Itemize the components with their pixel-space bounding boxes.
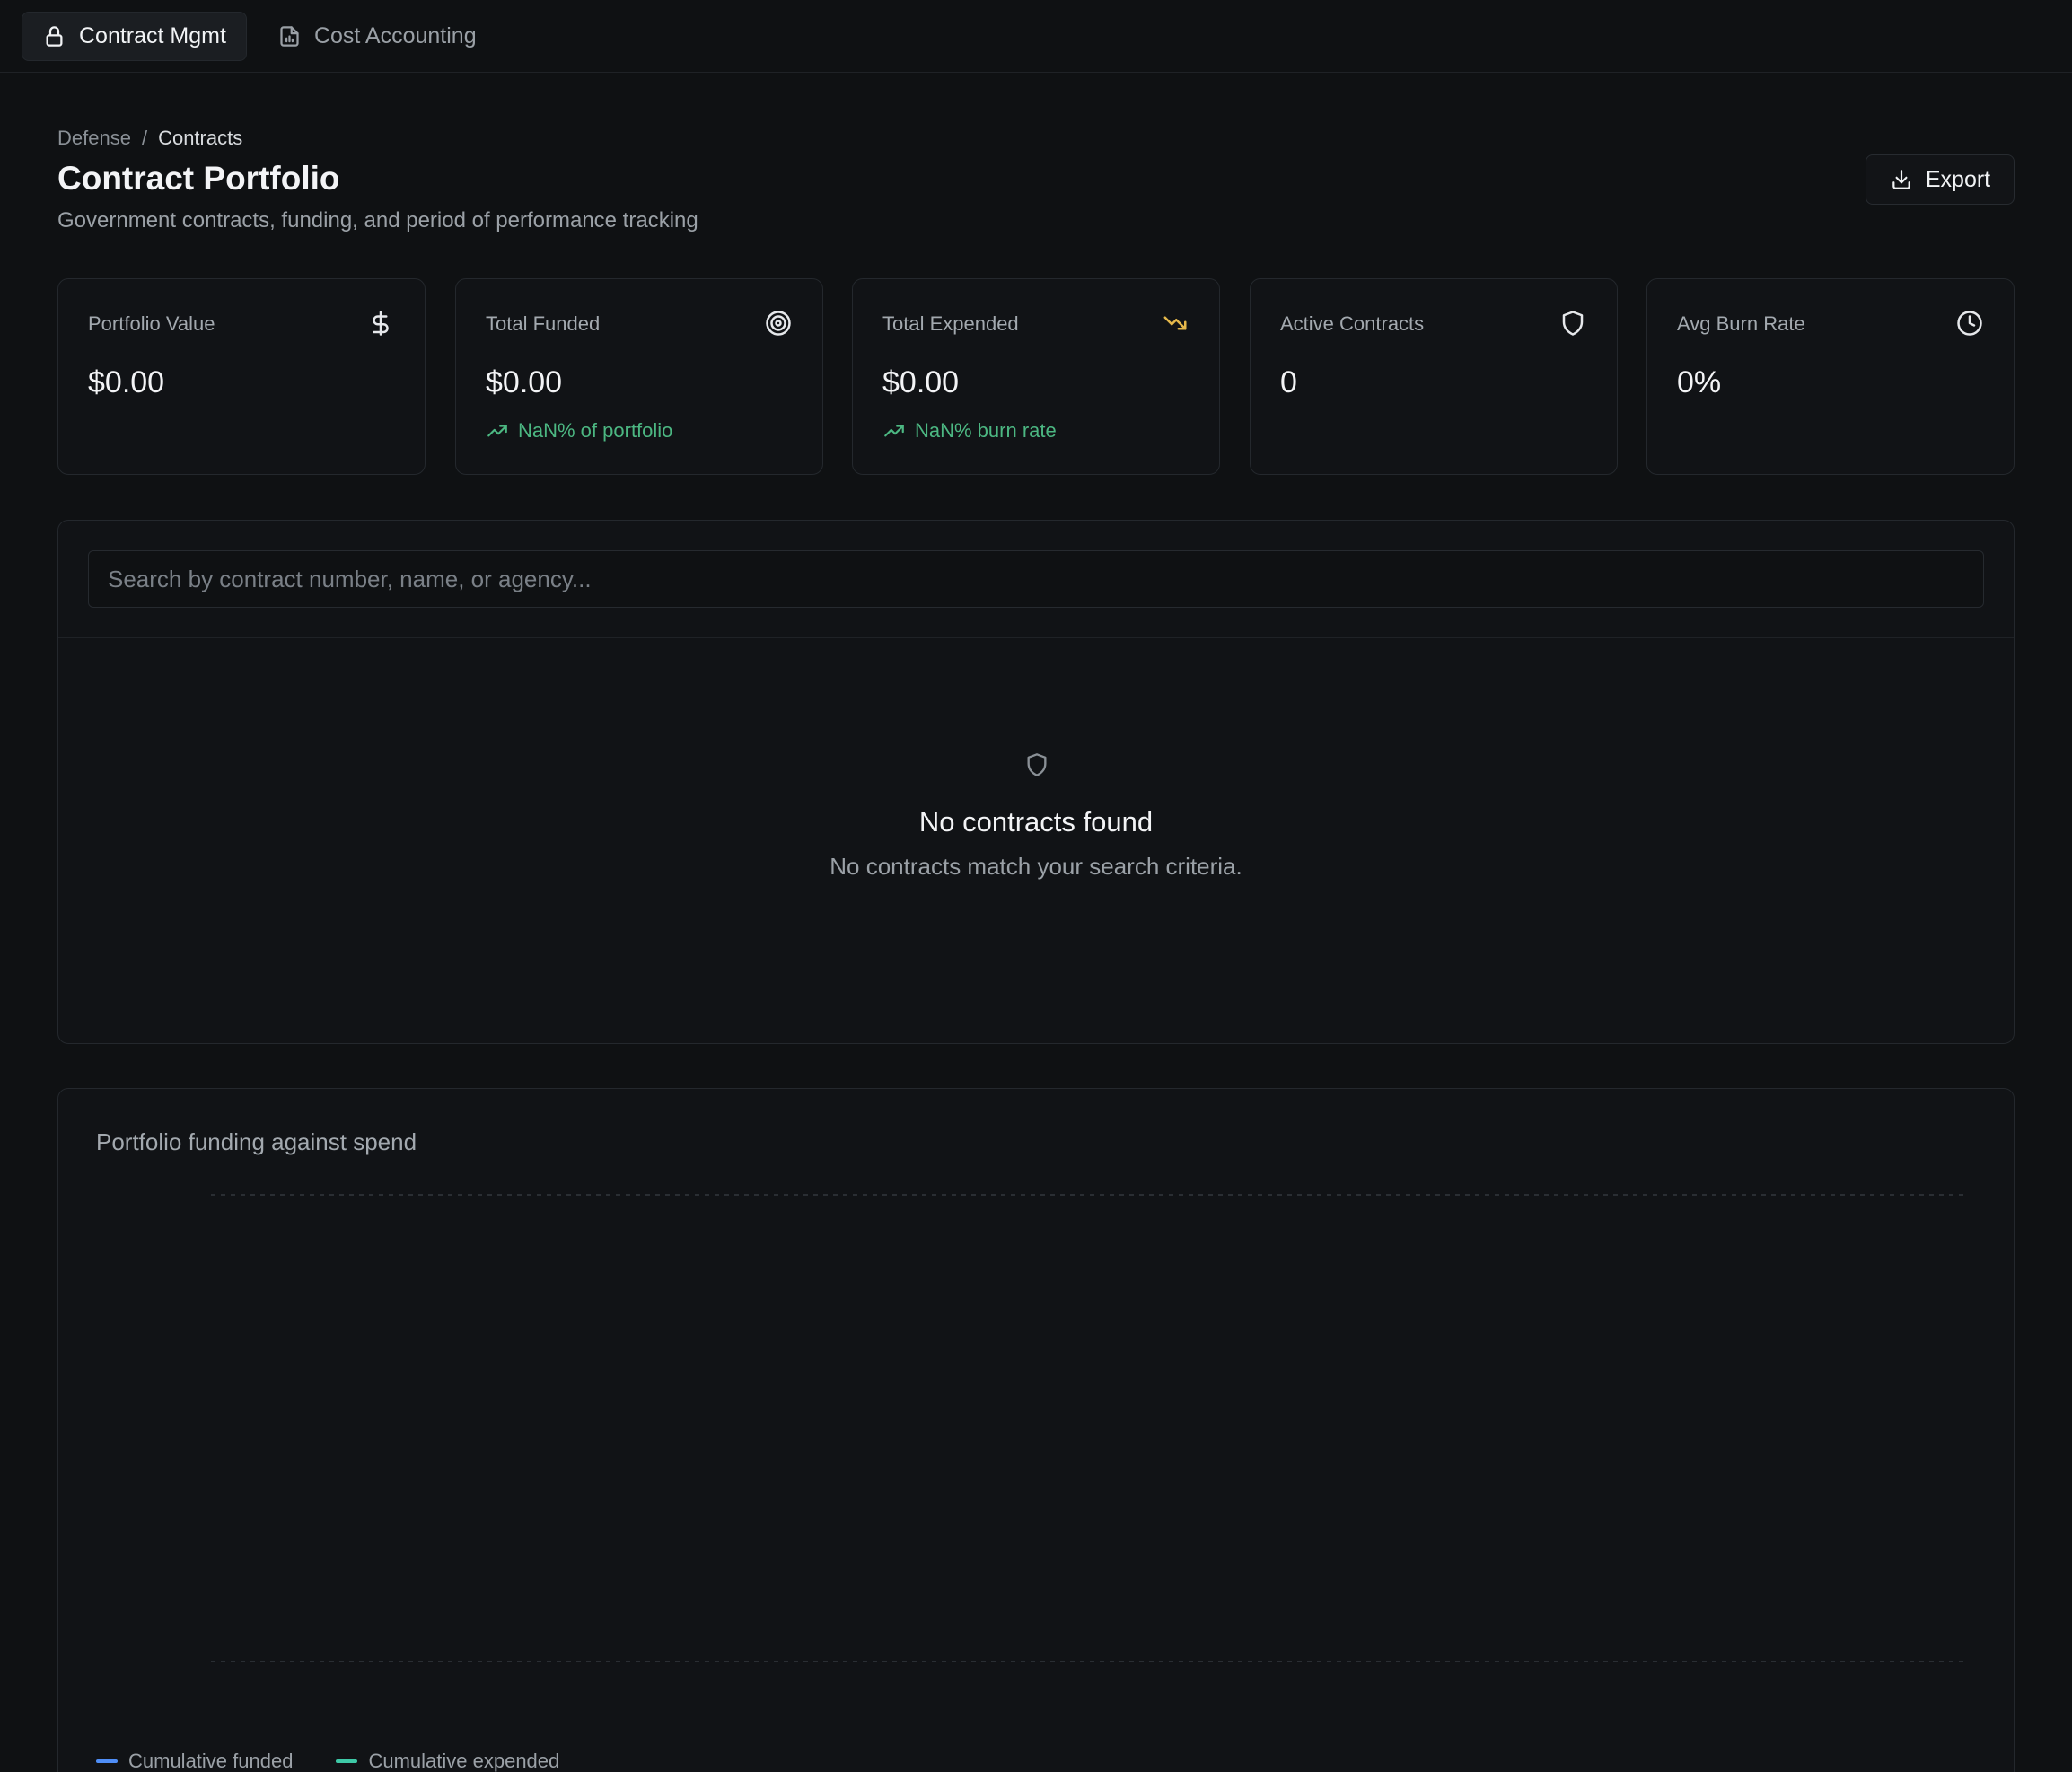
file-chart-icon [280,25,299,47]
stat-trend-text: NaN% burn rate [915,419,1057,442]
trending-down-icon [1162,310,1189,337]
stat-card-avg-burn-rate: Avg Burn Rate 0% [1646,278,2015,475]
export-label: Export [1925,166,1991,192]
chart-plot [211,1194,1965,1662]
page-subtitle: Government contracts, funding, and perio… [57,208,698,232]
legend-swatch [96,1759,118,1763]
tab-contract-mgmt[interactable]: Contract Mgmt [22,11,247,61]
stat-trend-text: NaN% of portfolio [518,419,673,442]
chart-legend: Cumulative funded Cumulative expended [96,1750,559,1772]
stat-label: Active Contracts [1280,312,1425,335]
stat-card-portfolio-value: Portfolio Value $0.00 [57,278,426,475]
stat-value: 0% [1677,365,1722,399]
divider [58,637,2014,638]
legend-swatch [336,1759,358,1763]
stat-value: $0.00 [88,365,165,399]
stat-label: Total Funded [486,312,601,335]
clock-icon [1956,310,1983,337]
legend-item-funded[interactable]: Cumulative funded [96,1750,293,1772]
legend-label: Cumulative funded [128,1750,294,1772]
shield-icon [1024,752,1049,777]
breadcrumb-current: Contracts [158,127,243,149]
tab-label: Contract Mgmt [79,22,226,48]
stat-value: $0.00 [882,365,960,399]
trending-up-icon [884,425,904,437]
tab-label: Cost Accounting [313,22,477,48]
page-title: Contract Portfolio [57,160,340,197]
legend-label: Cumulative expended [368,1750,560,1772]
chart-panel: Portfolio funding against spend Cumulati… [57,1088,2015,1772]
stat-card-total-funded: Total Funded $0.00 NaN% of portfolio [455,278,823,475]
stat-label: Avg Burn Rate [1677,312,1805,335]
stat-card-active-contracts: Active Contracts 0 [1250,278,1618,475]
stat-trend: NaN% burn rate [882,419,1057,443]
search-input[interactable] [88,550,1984,608]
lock-icon [46,25,63,47]
download-icon [1892,170,1910,189]
stat-trend: NaN% of portfolio [486,419,672,443]
breadcrumb-separator: / [141,127,148,149]
shield-icon [1559,310,1586,337]
trending-up-icon [487,425,507,437]
dollar-icon [367,310,394,337]
export-button[interactable]: Export [1866,154,2015,205]
empty-state-message: No contracts match your search criteria. [830,853,1242,880]
target-icon [765,310,792,337]
stat-card-total-expended: Total Expended $0.00 NaN% burn rate [852,278,1220,475]
stat-value: 0 [1280,365,1297,399]
stat-value: $0.00 [486,365,563,399]
empty-state-title: No contracts found [918,806,1154,838]
contracts-panel: No contracts found No contracts match yo… [57,520,2015,1044]
stat-label: Total Expended [882,312,1019,335]
breadcrumb: Defense / Contracts [57,127,242,150]
stat-label: Portfolio Value [88,312,215,335]
top-tab-bar: Contract Mgmt Cost Accounting [0,0,2072,73]
breadcrumb-parent[interactable]: Defense [57,127,131,150]
legend-item-expended[interactable]: Cumulative expended [336,1750,559,1772]
tab-cost-accounting[interactable]: Cost Accounting [258,12,496,61]
